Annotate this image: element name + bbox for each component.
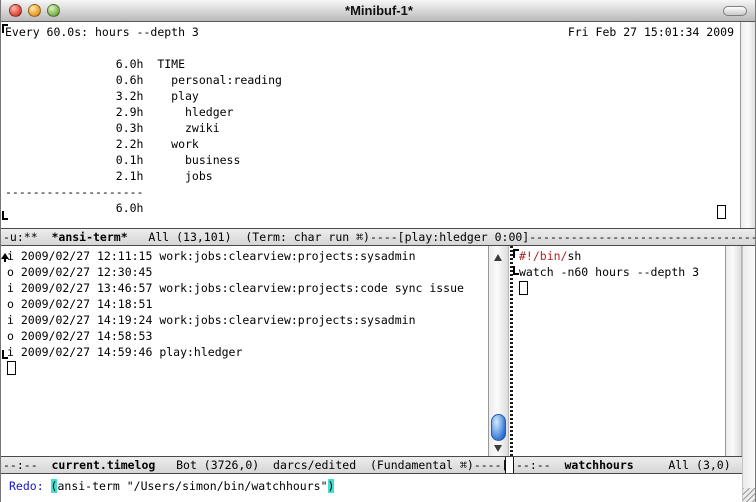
minibuffer-text: Redo: (ansi-term "/Users/simon/bin/watch… bbox=[9, 478, 334, 494]
emacs-frame: *Minibuf-1* Every 60.0s: hours --depth 3… bbox=[0, 0, 756, 502]
modeline-buffer-name: current.timelog bbox=[51, 458, 155, 472]
buffer-end-indicator-icon bbox=[2, 211, 8, 220]
buffer-end-indicator-icon bbox=[513, 266, 519, 275]
modeline-status: All (3,0) bbox=[634, 458, 731, 472]
terminal-cursor bbox=[717, 205, 726, 219]
timelog-entry: i 2009/02/27 13:46:57 work:jobs:clearvie… bbox=[7, 280, 464, 296]
timelog-scrollbar[interactable] bbox=[488, 246, 509, 456]
scroll-up-arrow-icon[interactable] bbox=[494, 250, 502, 261]
resize-grip-icon[interactable] bbox=[743, 488, 756, 502]
script-command-line: watch -n60 hours --depth 3 bbox=[519, 264, 699, 280]
script-scrollbar[interactable] bbox=[725, 246, 742, 456]
modeline-status: All (13,101) (Term: char run ⌘)----[play… bbox=[128, 230, 756, 244]
buffer-end-indicator-icon bbox=[2, 350, 8, 359]
timelog-entry: o 2009/02/27 14:18:51 bbox=[7, 296, 464, 312]
watch-header-date: Fri Feb 27 15:01:34 2009 bbox=[568, 24, 734, 40]
terminal-scrollbar[interactable] bbox=[740, 22, 756, 228]
timelog-cursor bbox=[7, 361, 16, 375]
modeline-ansi-term: -u:** *ansi-term* All (13,101) (Term: ch… bbox=[1, 228, 756, 246]
modeline-divider-box bbox=[505, 456, 514, 474]
modeline-buffer-name: watchhours bbox=[564, 458, 633, 472]
minibuffer-prompt: Redo: bbox=[9, 479, 51, 493]
minibuffer-expression: ansi-term "/Users/simon/bin/watchhours" bbox=[57, 479, 327, 493]
modeline-timelog: --:-- current.timelog Bot (3726,0) darcs… bbox=[1, 456, 742, 474]
modeline-flags: --:-- bbox=[516, 458, 564, 472]
script-window[interactable]: #!/bin/sh watch -n60 hours --depth 3 bbox=[513, 246, 742, 456]
ansi-term-window[interactable]: Every 60.0s: hours --depth 3 Fri Feb 27 … bbox=[1, 22, 756, 228]
hours-report: 6.0h TIME 0.6h personal:reading 3.2h pla… bbox=[5, 56, 282, 216]
toolbar-pill-button[interactable] bbox=[723, 6, 747, 16]
timelog-entry: i 2009/02/27 14:19:24 work:jobs:clearvie… bbox=[7, 312, 464, 328]
modeline-flags: -u:** bbox=[3, 230, 51, 244]
script-shebang-line: #!/bin/sh bbox=[519, 248, 581, 264]
bottom-windows: i 2009/02/27 12:11:15 work:jobs:clearvie… bbox=[1, 246, 742, 456]
timelog-window[interactable]: i 2009/02/27 12:11:15 work:jobs:clearvie… bbox=[1, 246, 488, 456]
window-divider[interactable] bbox=[510, 246, 513, 456]
scroll-down-arrow-icon[interactable] bbox=[494, 445, 502, 456]
frame-right-margin bbox=[742, 246, 756, 502]
window-title: *Minibuf-1* bbox=[1, 3, 756, 19]
modeline-flags: --:-- bbox=[3, 458, 51, 472]
title-bar[interactable]: *Minibuf-1* bbox=[1, 0, 756, 22]
modeline-status: Bot (3726,0) darcs/edited (Fundamental ⌘… bbox=[155, 458, 508, 472]
paren-close-highlight: ) bbox=[328, 479, 335, 493]
timelog-entries: i 2009/02/27 12:11:15 work:jobs:clearvie… bbox=[7, 248, 464, 360]
minibuffer[interactable]: Redo: (ansi-term "/Users/simon/bin/watch… bbox=[1, 474, 742, 502]
watch-header-left: Every 60.0s: hours --depth 3 bbox=[5, 24, 199, 40]
timelog-entry: i 2009/02/27 14:59:46 play:hledger bbox=[7, 344, 464, 360]
modeline-script: --:-- watchhours All (3,0) bbox=[516, 457, 731, 473]
shebang-interpreter: sh bbox=[567, 249, 581, 263]
timelog-entry: o 2009/02/27 14:58:53 bbox=[7, 328, 464, 344]
timelog-entry: i 2009/02/27 12:11:15 work:jobs:clearvie… bbox=[7, 248, 464, 264]
scrollbar-thumb[interactable] bbox=[491, 414, 506, 441]
timelog-entry: o 2009/02/27 12:30:45 bbox=[7, 264, 464, 280]
modeline-buffer-name: *ansi-term* bbox=[51, 230, 127, 244]
content-above-indicator-stem bbox=[4, 257, 6, 262]
shebang-comment: #!/bin/ bbox=[519, 249, 567, 263]
script-cursor bbox=[519, 281, 528, 295]
